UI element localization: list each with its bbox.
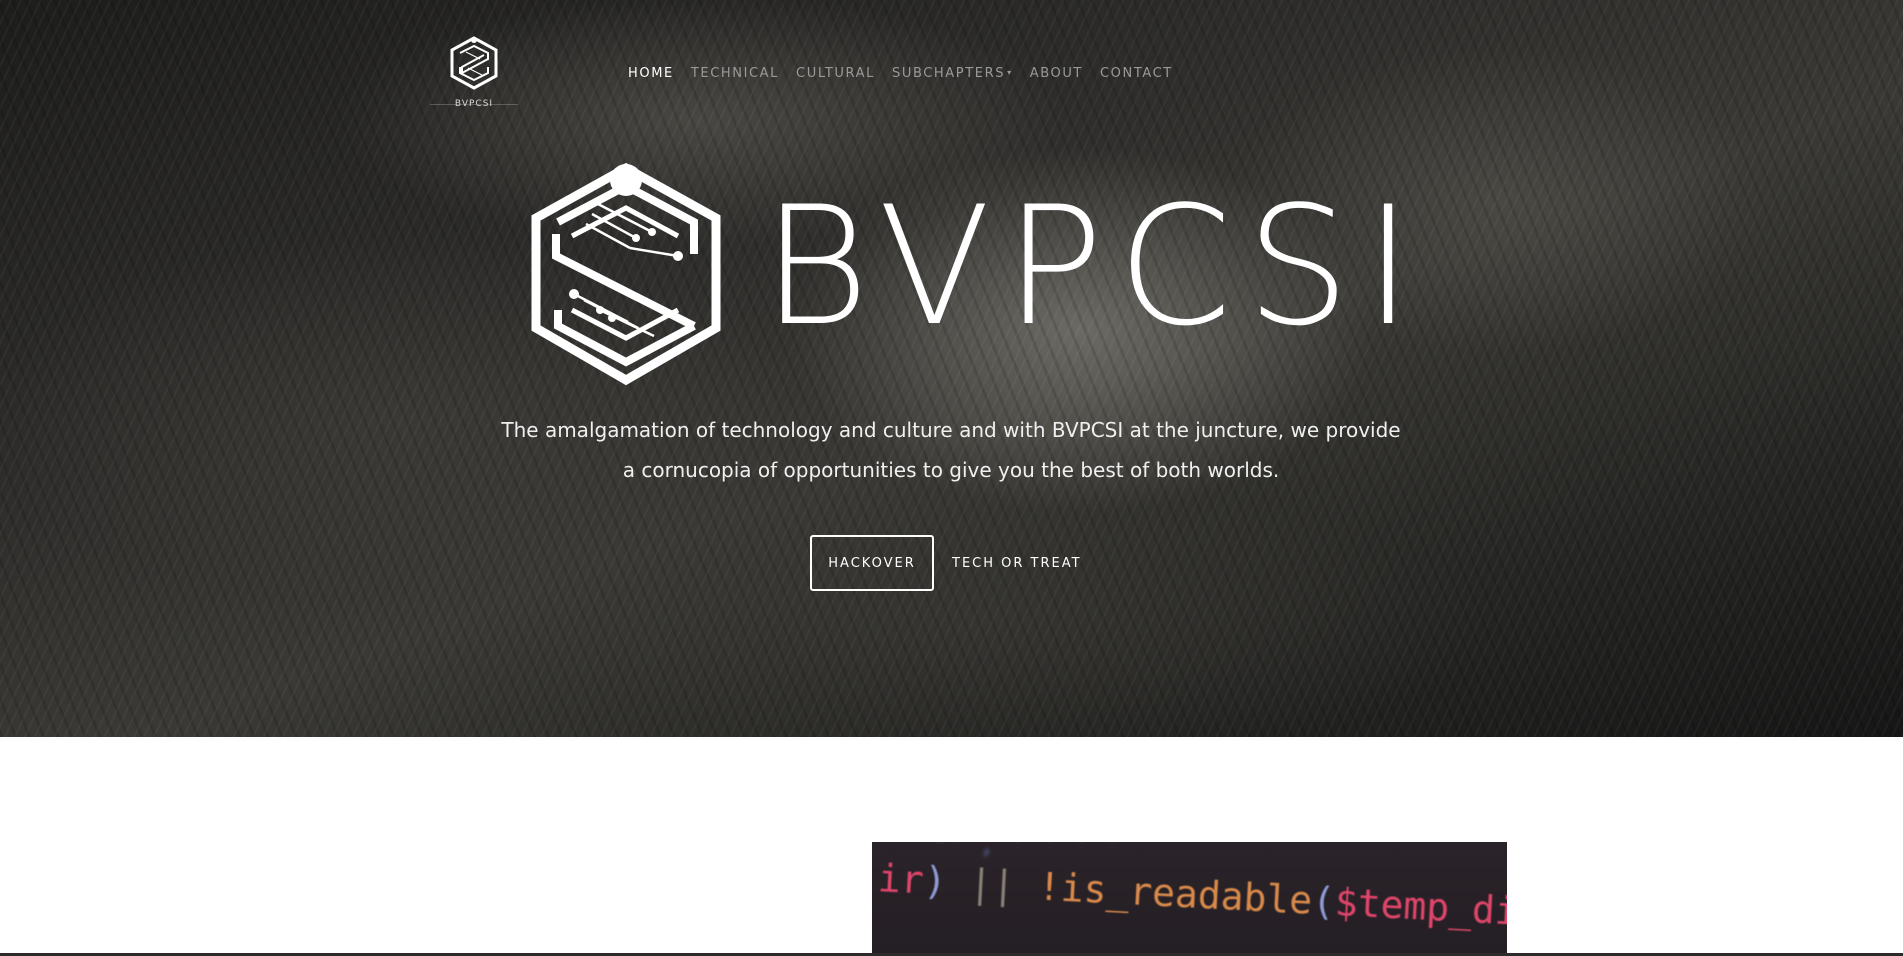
code-token: ir xyxy=(876,856,925,903)
hero-background-texture xyxy=(0,0,1903,737)
hackover-button[interactable]: HACKOVER xyxy=(810,535,934,591)
code-token: ) xyxy=(922,858,971,905)
hero-title: BVPCSI xyxy=(762,171,1427,362)
chevron-down-icon: ▾ xyxy=(1007,68,1013,77)
nav-item-label: CULTURAL xyxy=(796,66,875,81)
hero-tagline: The amalgamation of technology and cultu… xyxy=(451,410,1451,490)
nav-item-about[interactable]: ABOUT xyxy=(1030,66,1083,81)
main-nav: HOME TECHNICAL CULTURAL SUBCHAPTERS ▾ ABO… xyxy=(628,66,1190,81)
brand-name: BVPCSI xyxy=(454,99,494,109)
nav-item-label: SUBCHAPTERS xyxy=(891,66,1006,81)
code-token: || xyxy=(968,860,1040,909)
nav-item-contact[interactable]: CONTACT xyxy=(1100,66,1173,81)
code-blurred-line: "' , ' ' ' ' xyxy=(932,842,1120,860)
nav-item-home[interactable]: HOME xyxy=(628,66,674,81)
nav-item-label: TECHNICAL xyxy=(690,66,780,81)
code-token: ! xyxy=(1036,864,1062,910)
tagline-line-1: The amalgamation of technology and cultu… xyxy=(501,418,1401,442)
code-token: ( xyxy=(1310,878,1337,924)
code-token: is_readable xyxy=(1059,865,1314,923)
code-line: ir) || !is_readable($temp_dir))) { xyxy=(877,856,1507,941)
nav-item-technical[interactable]: TECHNICAL xyxy=(691,66,779,81)
code-token: $temp_dir xyxy=(1333,879,1507,935)
hero-section: BVPCSI HOME TECHNICAL CULTURAL SUBCHAPTE… xyxy=(0,0,1903,737)
nav-item-label: CONTACT xyxy=(1099,66,1173,81)
nav-item-cultural[interactable]: CULTURAL xyxy=(796,66,875,81)
tech-or-treat-button[interactable]: TECH OR TREAT xyxy=(952,556,1082,571)
brand-logo[interactable]: BVPCSI xyxy=(430,36,518,112)
tagline-line-2: a cornucopia of opportunities to give yo… xyxy=(622,458,1280,482)
code-screenshot-image: "' , ' ' ' ' ir) || !is_readable($temp_d… xyxy=(872,842,1507,956)
hero-hexagon-logo-icon xyxy=(531,162,721,386)
nav-item-label: ABOUT xyxy=(1029,66,1083,81)
bvpcsi-hexagon-logo-icon xyxy=(450,36,498,90)
nav-item-subchapters[interactable]: SUBCHAPTERS ▾ xyxy=(892,66,1013,81)
nav-item-label: HOME xyxy=(628,66,674,81)
hero-cta-row: HACKOVER TECH OR TREAT xyxy=(810,535,1082,591)
